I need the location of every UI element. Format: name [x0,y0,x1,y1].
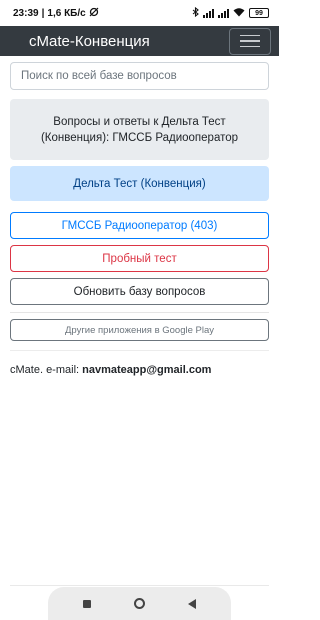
delta-test-button[interactable]: Дельта Тест (Конвенция) [10,166,269,201]
bluetooth-icon [192,6,199,20]
signal-icon-2 [218,8,229,18]
status-right: 99 [192,6,269,20]
system-nav-bar [48,587,231,620]
back-icon[interactable] [187,598,196,609]
data-saver-icon [89,7,99,20]
status-left: 23:39 | 1,6 КБ/с [13,7,99,20]
bottom-divider [10,585,269,586]
status-time: 23:39 [13,7,39,19]
battery-icon: 99 [249,8,269,18]
footer-contact: cMate. e-mail: navmateapp@gmail.com [10,364,269,376]
signal-icon [203,8,214,18]
footer-email-link[interactable]: navmateapp@gmail.com [82,364,211,376]
app-title: cMate-Конвенция [29,32,150,50]
hamburger-icon [240,34,260,37]
trial-test-button[interactable]: Пробный тест [10,245,269,272]
footer-prefix: cMate. e-mail: [10,364,80,376]
status-speed: 1,6 КБ/с [47,7,86,19]
update-database-button[interactable]: Обновить базу вопросов [10,278,269,305]
main-content: Вопросы и ответы к Дельта Тест (Конвенци… [10,62,269,376]
divider [10,350,269,351]
gmdss-operator-button[interactable]: ГМССБ Радиооператор (403) [10,212,269,239]
info-box: Вопросы и ответы к Дельта Тест (Конвенци… [10,99,269,160]
search-input[interactable] [10,62,269,90]
status-separator: | [41,7,45,19]
home-icon[interactable] [133,598,145,609]
app-bar: cMate-Конвенция [0,26,279,56]
status-bar: 23:39 | 1,6 КБ/с 99 [0,0,279,26]
other-apps-button[interactable]: Другие приложения в Google Play [10,319,269,341]
divider [10,312,269,313]
menu-button[interactable] [229,27,271,55]
recent-apps-icon[interactable] [83,599,92,608]
wifi-icon [233,7,245,20]
